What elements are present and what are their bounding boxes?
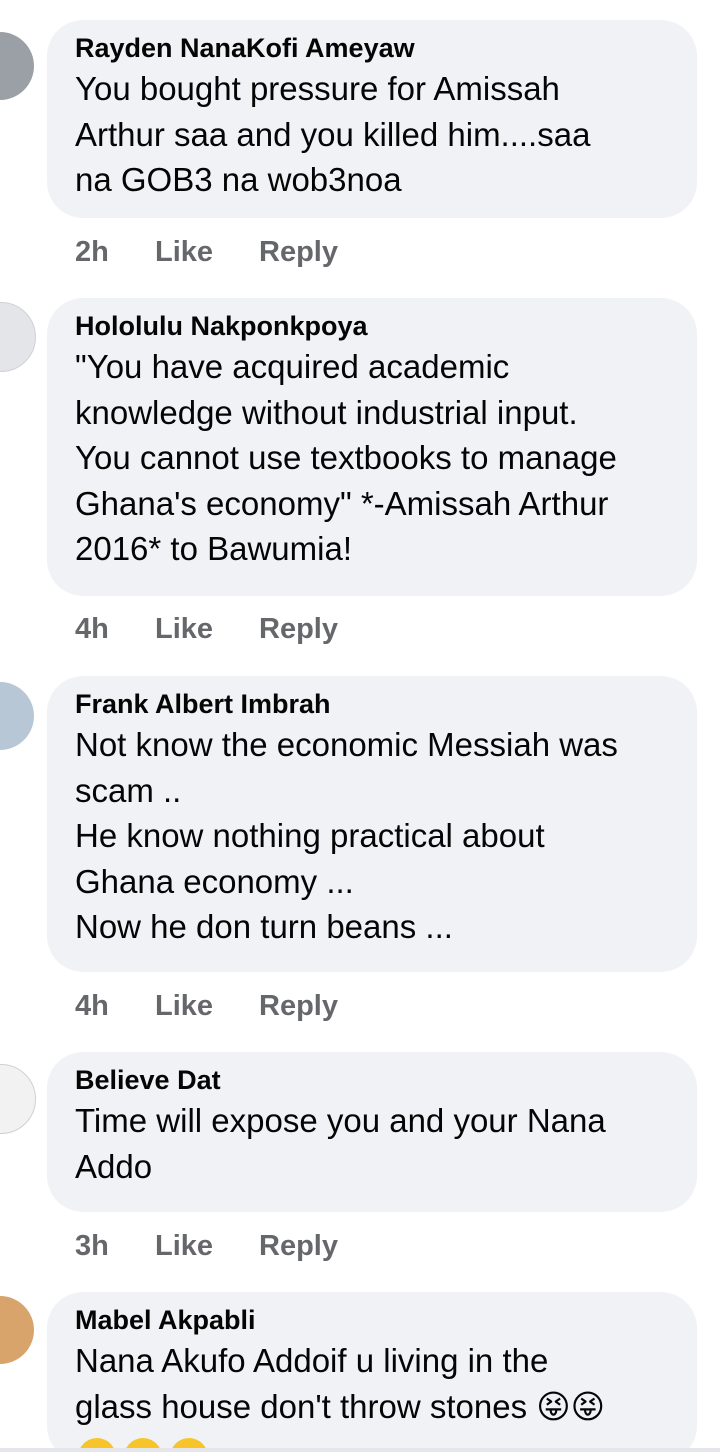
comment-author[interactable]: Believe Dat [75, 1062, 669, 1098]
reply-button[interactable]: Reply [259, 613, 338, 646]
like-button[interactable]: Like [155, 613, 259, 646]
comment-text: You bought pressure for Amissah Arthur s… [75, 70, 591, 198]
comment-actions: 3h Like Reply [75, 1226, 338, 1266]
like-button[interactable]: Like [155, 990, 259, 1023]
comment-actions: 4h Like Reply [75, 986, 338, 1026]
reply-button[interactable]: Reply [259, 990, 338, 1023]
like-button[interactable]: Like [155, 1230, 259, 1263]
avatar[interactable] [0, 1296, 34, 1364]
comment-timestamp[interactable]: 4h [75, 990, 155, 1023]
comment-timestamp[interactable]: 4h [75, 613, 155, 646]
comment-timestamp[interactable]: 2h [75, 236, 155, 269]
comment-text: Not know the economic Messiah was scam .… [75, 726, 618, 945]
comment-timestamp[interactable]: 3h [75, 1230, 155, 1263]
comment-bubble: Believe Dat Time will expose you and you… [47, 1052, 697, 1212]
comment-author[interactable]: Mabel Akpabli [75, 1302, 669, 1338]
comment-text: Nana Akufo Addoif u living in the glass … [75, 1342, 606, 1425]
avatar[interactable] [0, 1064, 36, 1134]
comment-text: Time will expose you and your Nana Addo [75, 1102, 606, 1185]
comment-author[interactable]: Rayden NanaKofi Ameyaw [75, 30, 669, 66]
avatar[interactable] [0, 32, 34, 100]
like-button[interactable]: Like [155, 236, 259, 269]
comment-text: "You have acquired academic knowledge wi… [75, 348, 617, 567]
bottom-divider [0, 1448, 720, 1452]
comments-feed: Rayden NanaKofi Ameyaw You bought pressu… [0, 0, 720, 1452]
comment-bubble: Rayden NanaKofi Ameyaw You bought pressu… [47, 20, 697, 218]
avatar[interactable] [0, 302, 36, 372]
comment-actions: 2h Like Reply [75, 232, 338, 272]
reply-button[interactable]: Reply [259, 1230, 338, 1263]
comment-bubble: Frank Albert Imbrah Not know the economi… [47, 676, 697, 972]
comment-author[interactable]: Frank Albert Imbrah [75, 686, 669, 722]
avatar[interactable] [0, 682, 34, 750]
reply-button[interactable]: Reply [259, 236, 338, 269]
comment-actions: 4h Like Reply [75, 609, 338, 649]
comment-bubble: Mabel Akpabli Nana Akufo Addoif u living… [47, 1292, 697, 1452]
comment-author[interactable]: Hololulu Nakponkpoya [75, 308, 669, 344]
comment-bubble: Hololulu Nakponkpoya "You have acquired … [47, 298, 697, 596]
